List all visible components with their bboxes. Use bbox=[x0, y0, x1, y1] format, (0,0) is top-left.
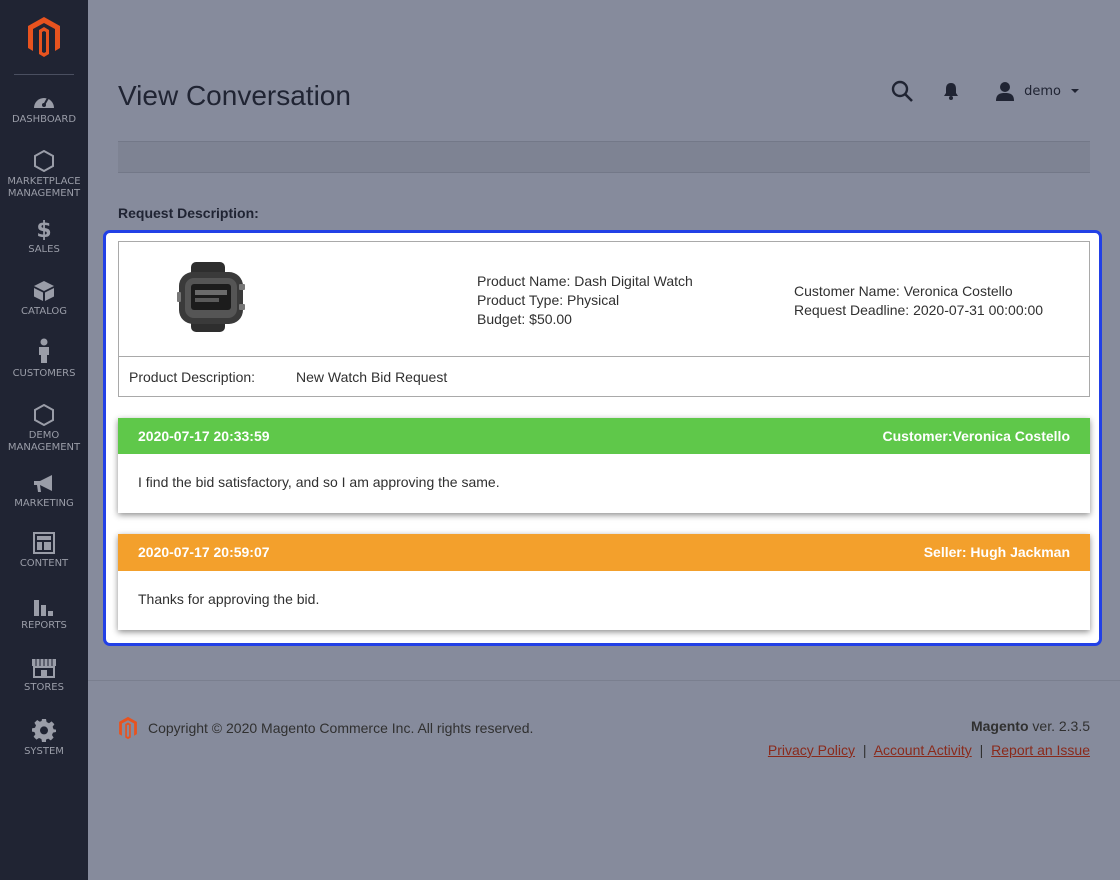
product-summary: Product Name: Dash Digital Watch Product… bbox=[119, 242, 1089, 357]
message-author: Seller: Hugh Jackman bbox=[923, 544, 1070, 560]
customer-name: Customer Name: Veronica Costello bbox=[794, 283, 1013, 299]
message-author: Customer:Veronica Costello bbox=[882, 428, 1071, 444]
product-type: Product Type: Physical bbox=[477, 292, 620, 308]
product-budget: Budget: $50.00 bbox=[477, 311, 572, 327]
request-description-label: Request Description: bbox=[118, 205, 259, 221]
message-timestamp: 2020-07-17 20:33:59 bbox=[138, 428, 270, 444]
watch-image-icon bbox=[177, 262, 245, 332]
hexagon-icon bbox=[34, 404, 54, 426]
sidebar-item-marketing[interactable]: MARKETING bbox=[0, 474, 88, 510]
admin-sidebar: DASHBOARD MARKETPLACE MANAGEMENT $ SALES… bbox=[0, 0, 88, 880]
customer-info: Customer Name: Veronica Costello Request… bbox=[794, 282, 1043, 320]
product-description: Product Description: New Watch Bid Reque… bbox=[129, 369, 447, 385]
message-card: 2020-07-17 20:59:07 Seller: Hugh Jackman… bbox=[118, 534, 1090, 630]
account-activity-link[interactable]: Account Activity bbox=[874, 742, 972, 758]
search-icon[interactable] bbox=[891, 80, 914, 102]
magento-logo[interactable] bbox=[14, 0, 74, 75]
sidebar-item-reports[interactable]: REPORTS bbox=[0, 596, 88, 632]
svg-text:$: $ bbox=[36, 218, 51, 240]
sidebar-item-label: CUSTOMERS bbox=[12, 368, 76, 379]
conversation-panel: Product Name: Dash Digital Watch Product… bbox=[103, 230, 1102, 646]
sidebar-item-label: SALES bbox=[28, 244, 60, 255]
request-deadline: Request Deadline: 2020-07-31 00:00:00 bbox=[794, 302, 1044, 318]
version-text: ver. 2.3.5 bbox=[1028, 718, 1090, 734]
sidebar-item-system[interactable]: SYSTEM bbox=[0, 718, 88, 758]
privacy-policy-link[interactable]: Privacy Policy bbox=[768, 742, 855, 758]
message-timestamp: 2020-07-17 20:59:07 bbox=[138, 544, 270, 560]
sidebar-item-marketplace-management[interactable]: MARKETPLACE MANAGEMENT bbox=[0, 150, 88, 200]
sidebar-item-label: MARKETPLACE MANAGEMENT bbox=[7, 176, 81, 199]
sidebar-item-label: MARKETING bbox=[14, 498, 74, 509]
caret-down-icon bbox=[1071, 89, 1079, 93]
sidebar-item-label: STORES bbox=[24, 682, 64, 693]
person-icon bbox=[39, 338, 49, 363]
username: demo bbox=[1024, 83, 1061, 99]
footer-copyright: Copyright © 2020 Magento Commerce Inc. A… bbox=[118, 716, 533, 740]
product-name: Product Name: Dash Digital Watch bbox=[477, 273, 693, 289]
page-title: View Conversation bbox=[118, 80, 351, 111]
bar-chart-icon bbox=[34, 600, 53, 616]
hexagon-icon bbox=[34, 150, 54, 172]
box-icon bbox=[34, 281, 54, 301]
brand-name: Magento bbox=[970, 718, 1029, 734]
product-details-box: Product Name: Dash Digital Watch Product… bbox=[118, 241, 1090, 397]
copyright-text: Copyright © 2020 Magento Commerce Inc. A… bbox=[148, 720, 534, 736]
link-separator: | bbox=[862, 742, 867, 758]
sidebar-item-customers[interactable]: CUSTOMERS bbox=[0, 338, 88, 380]
sidebar-item-demo-management[interactable]: DEMO MANAGEMENT bbox=[0, 404, 88, 454]
message-card: 2020-07-17 20:33:59 Customer:Veronica Co… bbox=[118, 418, 1090, 513]
report-issue-link[interactable]: Report an Issue bbox=[991, 742, 1090, 758]
sidebar-item-label: CONTENT bbox=[19, 558, 69, 569]
product-image[interactable] bbox=[177, 262, 247, 336]
product-info: Product Name: Dash Digital Watch Product… bbox=[477, 272, 693, 329]
product-description-value: New Watch Bid Request bbox=[296, 369, 448, 385]
dollar-icon: $ bbox=[36, 218, 51, 240]
footer-divider bbox=[88, 680, 1120, 681]
link-separator: | bbox=[979, 742, 984, 758]
user-menu[interactable]: demo bbox=[995, 81, 1080, 101]
dashboard-icon bbox=[34, 97, 54, 108]
footer-links: Privacy Policy | Account Activity | Repo… bbox=[768, 742, 1090, 758]
sidebar-item-catalog[interactable]: CATALOG bbox=[0, 280, 88, 318]
page-actions-bar bbox=[118, 141, 1090, 173]
footer-version: Magento ver. 2.3.5 bbox=[971, 718, 1090, 734]
sidebar-item-label: DEMO MANAGEMENT bbox=[7, 430, 81, 453]
message-header: 2020-07-17 20:59:07 Seller: Hugh Jackman bbox=[118, 534, 1090, 571]
gear-icon bbox=[32, 719, 56, 742]
layout-icon bbox=[33, 532, 55, 554]
bell-icon[interactable] bbox=[943, 82, 959, 100]
sidebar-item-sales[interactable]: $ SALES bbox=[0, 218, 88, 256]
store-icon bbox=[32, 659, 56, 678]
sidebar-item-label: SYSTEM bbox=[24, 746, 64, 757]
header-actions: demo bbox=[891, 80, 1080, 102]
sidebar-item-label: DASHBOARD bbox=[11, 114, 77, 125]
sidebar-item-label: CATALOG bbox=[20, 306, 68, 317]
magento-logo-icon bbox=[28, 17, 60, 57]
megaphone-icon bbox=[34, 475, 52, 492]
sidebar-item-label: REPORTS bbox=[21, 620, 67, 631]
sidebar-item-content[interactable]: CONTENT bbox=[0, 532, 88, 570]
product-description-label: Product Description: bbox=[129, 369, 256, 385]
sidebar-item-stores[interactable]: STORES bbox=[0, 658, 88, 694]
user-icon bbox=[996, 82, 1015, 101]
magento-logo-icon bbox=[119, 716, 137, 740]
message-text: Thanks for approving the bid. bbox=[138, 591, 320, 607]
sidebar-item-dashboard[interactable]: DASHBOARD bbox=[0, 92, 88, 126]
message-text: I find the bid satisfactory, and so I am… bbox=[138, 474, 500, 490]
message-header: 2020-07-17 20:33:59 Customer:Veronica Co… bbox=[118, 418, 1090, 454]
